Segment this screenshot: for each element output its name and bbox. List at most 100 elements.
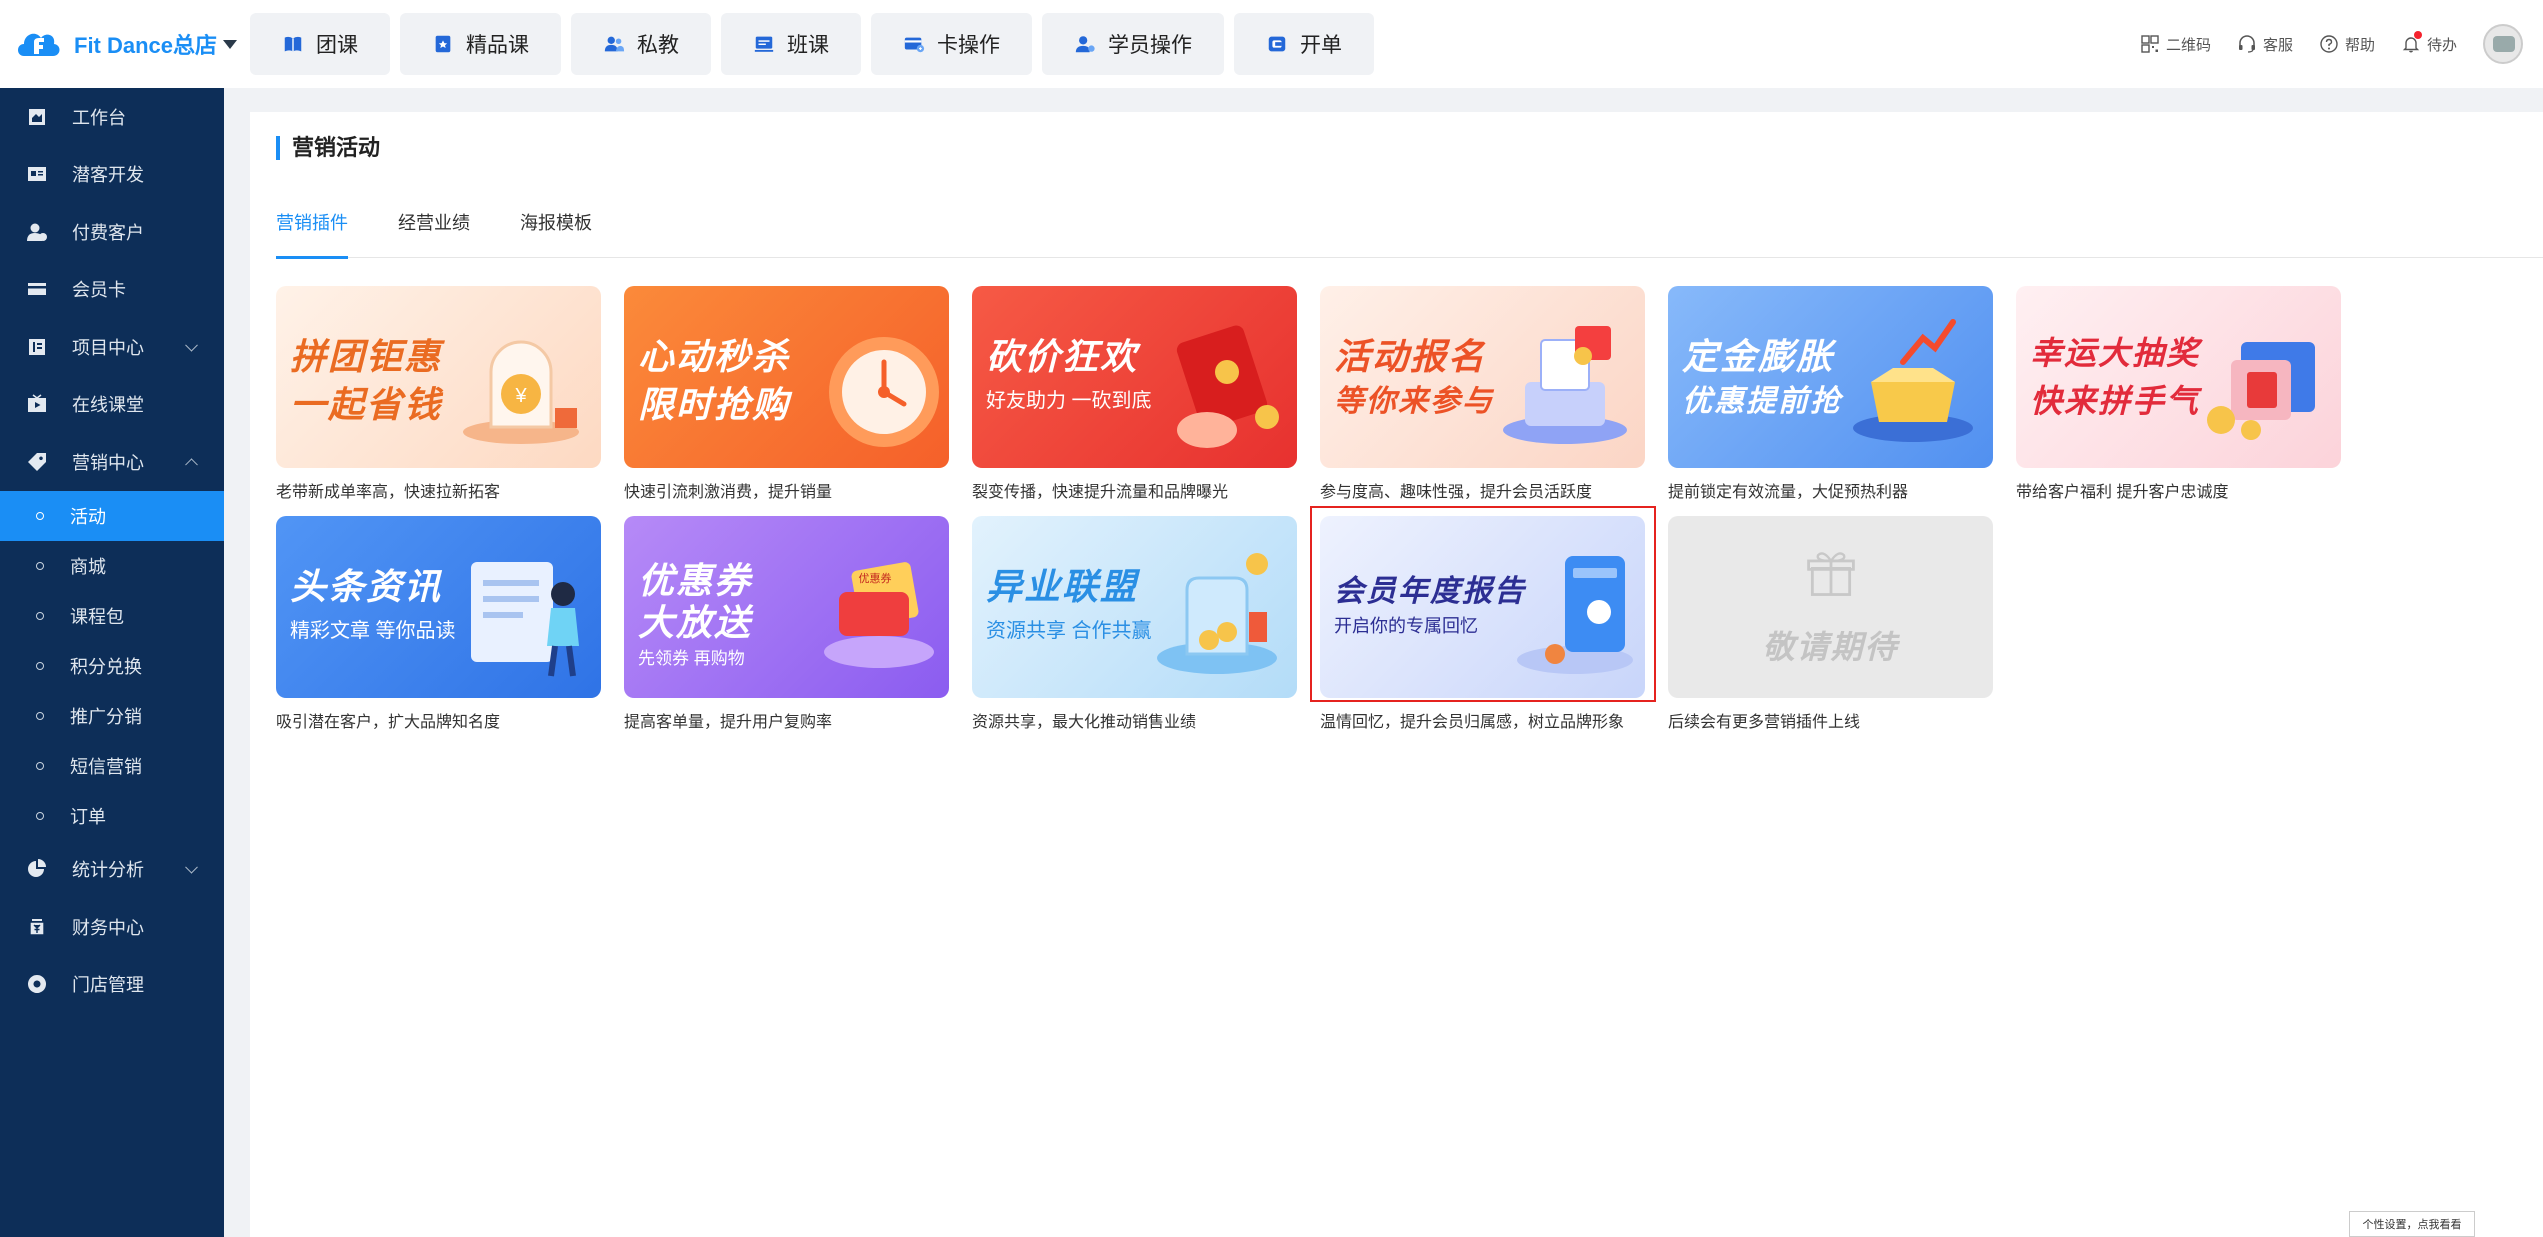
banner-title: 拼团钜惠 — [290, 336, 443, 377]
coin-jar-icon — [1157, 553, 1277, 674]
qrcode-icon — [2141, 35, 2159, 53]
nav-open-order[interactable]: 开单 — [1234, 13, 1374, 75]
plugin-description: 提高客单量，提升用户复购率 — [624, 714, 833, 731]
plugin-banner: 定金膨胀 优惠提前抢 — [1668, 286, 1993, 468]
plugin-card-coming-soon: 敬请期待 后续会有更多营销插件上线 — [1668, 516, 1993, 732]
sidebar-sub-orders[interactable]: 订单 — [0, 791, 224, 841]
chevron-up-icon — [185, 458, 198, 471]
sidebar-item-marketing-center[interactable]: 营销中心 — [0, 433, 224, 491]
plugin-banner: 拼团钜惠 一起省钱 ¥ — [276, 286, 601, 468]
finance-icon — [29, 918, 45, 936]
plugin-card-event-signup[interactable]: 活动报名 等你来参与 参与度高、趣味性强，提升会员活跃度 — [1320, 286, 1645, 502]
plugin-banner: 活动报名 等你来参与 — [1320, 286, 1645, 468]
tab-business-performance[interactable]: 经营业绩 — [398, 208, 470, 258]
red-envelope-icon — [1176, 325, 1279, 448]
sidebar-item-paid-customers[interactable]: 付费客户 — [0, 203, 224, 261]
sidebar: 工作台 潜客开发 付费客户 会员卡 项目中心 在线课堂 营销中心 活动 商城 课… — [0, 88, 224, 1237]
service-label: 客服 — [2262, 36, 2293, 54]
top-tools: 二维码 客服 帮助 待办 — [2140, 0, 2523, 88]
plugin-banner: 敬请期待 — [1668, 516, 1993, 698]
tab-poster-templates[interactable]: 海报模板 — [520, 208, 592, 258]
notification-dot — [2413, 30, 2422, 39]
plugin-banner: 幸运大抽奖 快来拼手气 — [2016, 286, 2341, 468]
qrcode-label: 二维码 — [2165, 36, 2211, 54]
bullet-icon — [36, 711, 44, 720]
brand-switcher[interactable]: Fit Dance总店 — [0, 24, 250, 64]
sidebar-item-project-center[interactable]: 项目中心 — [0, 318, 224, 376]
sidebar-item-label: 统计分析 — [72, 860, 144, 881]
sidebar-item-workbench[interactable]: 工作台 — [0, 88, 224, 146]
nav-card-operation[interactable]: 卡操作 — [871, 13, 1032, 75]
chevron-down-icon — [185, 338, 198, 352]
sidebar-sub-promotion[interactable]: 推广分销 — [0, 691, 224, 741]
plugin-banner: 异业联盟 资源共享 合作共赢 — [972, 516, 1297, 698]
sidebar-item-finance[interactable]: 财务中心 — [0, 898, 224, 956]
banner-subtitle: 精彩文章 等你品读 — [290, 620, 456, 642]
plugin-card-coupons[interactable]: 优惠券 大放送 先领券 再购物 优惠券 提高客单量，提升用户复购率 — [624, 516, 949, 732]
sidebar-sub-label: 活动 — [70, 506, 106, 527]
banner-subtitle: 资源共享 合作共赢 — [986, 620, 1152, 642]
sidebar-item-label: 潜客开发 — [72, 165, 144, 186]
sidebar-sub-activity[interactable]: 活动 — [0, 490, 224, 541]
nav-label: 卡操作 — [937, 34, 1000, 57]
service-button[interactable]: 客服 — [2237, 34, 2293, 55]
banner-subtitle: 好友助力 一砍到底 — [986, 390, 1152, 412]
sidebar-item-prospects[interactable]: 潜客开发 — [0, 146, 224, 204]
qrcode-button[interactable]: 二维码 — [2140, 34, 2211, 55]
banner-subtitle: 优惠提前抢 — [1682, 385, 1842, 418]
sidebar-sub-label: 推广分销 — [70, 706, 142, 727]
sidebar-item-online-class[interactable]: 在线课堂 — [0, 376, 224, 434]
personalize-tip[interactable]: 个性设置，点我看看 — [2349, 1211, 2475, 1237]
nav-student-operation[interactable]: 学员操作 — [1042, 13, 1224, 75]
banner-subtitle: 开启你的专属回忆 — [1334, 616, 1478, 636]
nav-class-course[interactable]: 班课 — [721, 13, 861, 75]
sidebar-item-label: 付费客户 — [72, 222, 144, 243]
plugin-card-lucky-draw[interactable]: 幸运大抽奖 快来拼手气 带给客户福利 提升客户忠诚度 — [2016, 286, 2341, 502]
help-button[interactable]: 帮助 — [2319, 34, 2375, 55]
plugin-description: 老带新成单率高，快速拉新拓客 — [276, 484, 501, 501]
book-icon — [284, 36, 302, 52]
signup-stage-icon — [1503, 326, 1627, 444]
tab-marketing-plugins[interactable]: 营销插件 — [276, 208, 348, 259]
banner-subtitle: 快来拼手气 — [2030, 383, 2201, 419]
coming-soon-title: 敬请期待 — [1762, 629, 1899, 665]
banner-title: 定金膨胀 — [1682, 336, 1835, 377]
project-icon — [29, 338, 45, 355]
plugin-card-headline-news[interactable]: 头条资讯 精彩文章 等你品读 吸引潜在客户，扩大品牌知名度 — [276, 516, 601, 732]
sidebar-item-label: 营销中心 — [72, 452, 144, 473]
sidebar-item-statistics[interactable]: 统计分析 — [0, 841, 224, 899]
gift-outline-icon — [1807, 552, 1855, 596]
plugin-card-group-buy[interactable]: 拼团钜惠 一起省钱 ¥ 老带新成单率高，快速拉新拓客 — [276, 286, 601, 502]
plugin-card-flash-sale[interactable]: 心动秒杀 限时抢购 快速引流刺激消费，提升销量 — [624, 286, 949, 502]
banner-title: 砍价狂欢 — [986, 336, 1139, 377]
sidebar-sub-points-exchange[interactable]: 积分兑换 — [0, 641, 224, 691]
plugin-banner: 会员年度报告 开启你的专属回忆 — [1320, 516, 1645, 698]
student-operation-icon — [1075, 36, 1095, 53]
store-icon — [28, 975, 47, 994]
headset-icon — [2238, 35, 2255, 53]
customer-icon — [27, 223, 47, 241]
sidebar-sub-mall[interactable]: 商城 — [0, 541, 224, 591]
sidebar-sub-label: 积分兑换 — [70, 656, 142, 677]
todo-button[interactable]: 待办 — [2401, 30, 2457, 55]
banner-title: 异业联盟 — [986, 566, 1139, 607]
plugin-card-bargain[interactable]: 砍价狂欢 好友助力 一砍到底 裂变传播，快速提升流量和品牌曝光 — [972, 286, 1297, 502]
bullet-icon — [36, 811, 44, 820]
nav-group-class[interactable]: 团课 — [250, 13, 390, 75]
news-reader-icon — [471, 562, 579, 677]
plugin-description: 参与度高、趣味性强，提升会员活跃度 — [1320, 484, 1593, 501]
nav-premium-course[interactable]: 精品课 — [400, 13, 561, 75]
sidebar-sub-label: 商城 — [70, 556, 106, 577]
plugin-card-annual-report[interactable]: 会员年度报告 开启你的专属回忆 温情回忆，提升会员归属感，树立品牌形象 — [1320, 516, 1645, 732]
top-nav: 团课 精品课 私教 班课 卡操作 学员操作 开单 — [250, 13, 1374, 75]
avatar[interactable] — [2483, 24, 2523, 64]
sidebar-item-store-management[interactable]: 门店管理 — [0, 956, 224, 1014]
plugin-card-alliance[interactable]: 异业联盟 资源共享 合作共赢 资源共享，最大化推动销售业绩 — [972, 516, 1297, 732]
sidebar-sub-course-package[interactable]: 课程包 — [0, 591, 224, 641]
plugin-description: 提前锁定有效流量，大促预热利器 — [1668, 484, 1909, 501]
sidebar-item-member-card[interactable]: 会员卡 — [0, 261, 224, 319]
plugin-card-deposit[interactable]: 定金膨胀 优惠提前抢 提前锁定有效流量，大促预热利器 — [1668, 286, 1993, 502]
banner-title: 头条资讯 — [290, 566, 443, 607]
nav-private-coach[interactable]: 私教 — [571, 13, 711, 75]
sidebar-sub-sms-marketing[interactable]: 短信营销 — [0, 741, 224, 791]
